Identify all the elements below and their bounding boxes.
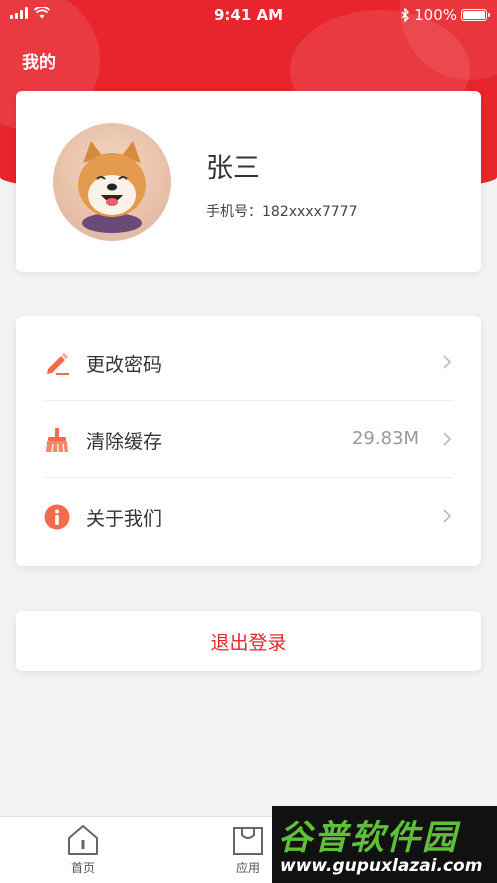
watermark-title: 谷普软件园 xyxy=(278,818,458,858)
user-name: 张三 xyxy=(206,153,260,184)
menu-item-label: 关于我们 xyxy=(86,508,163,530)
battery-percent: 100% xyxy=(414,6,457,24)
status-right: 100% xyxy=(401,6,490,24)
watermark-url: www.gupuxlazai.com xyxy=(280,856,483,876)
phone-row: 手机号：182xxxx7777 xyxy=(206,201,358,221)
menu-item-label: 清除缓存 xyxy=(86,431,163,453)
chevron-right-icon xyxy=(443,509,452,523)
bluetooth-icon xyxy=(401,8,410,22)
avatar[interactable] xyxy=(53,123,171,241)
phone-value: 182xxxx7777 xyxy=(262,204,358,220)
chevron-right-icon xyxy=(443,355,452,369)
status-bar: 9:41 AM 100% xyxy=(0,0,497,30)
menu-item-change-password[interactable]: 更改密码 xyxy=(16,324,481,401)
cache-size: 29.83M xyxy=(351,428,419,449)
broom-icon xyxy=(46,428,68,453)
tab-home[interactable]: 首页 xyxy=(38,821,128,881)
chevron-right-icon xyxy=(443,432,452,446)
info-icon xyxy=(44,504,70,530)
menu-item-about-us[interactable]: 关于我们 xyxy=(16,478,481,555)
menu-item-label: 更改密码 xyxy=(86,354,163,376)
battery-icon xyxy=(461,9,490,21)
dog-avatar-image xyxy=(78,141,146,233)
profile-card: 张三 手机号：182xxxx7777 xyxy=(16,91,481,272)
logout-button[interactable]: 退出登录 xyxy=(16,611,481,671)
edit-pencil-icon xyxy=(47,353,69,375)
watermark: 谷普软件园 www.gupuxlazai.com xyxy=(272,806,497,883)
home-icon xyxy=(68,825,98,855)
menu-item-clear-cache[interactable]: 清除缓存 29.83M xyxy=(16,401,481,478)
phone-label: 手机号： xyxy=(206,204,262,220)
settings-menu: 更改密码 清除缓存 29.83M 关于我们 xyxy=(16,316,481,566)
bag-icon xyxy=(233,827,263,855)
tab-label: 首页 xyxy=(70,861,95,875)
page-title: 我的 xyxy=(22,53,56,73)
